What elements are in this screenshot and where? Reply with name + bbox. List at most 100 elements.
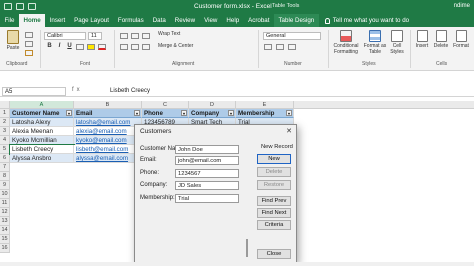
table-cell[interactable]: Kyoko Mcmillian (10, 136, 74, 145)
tab-help[interactable]: Help (222, 14, 244, 27)
criteria-button[interactable]: Criteria (257, 220, 291, 230)
row-header[interactable]: 6 (0, 154, 10, 163)
company-field[interactable]: JD Sales (175, 181, 239, 190)
format-cells-button[interactable]: Format (451, 30, 471, 50)
find-next-button[interactable]: Find Next (257, 208, 291, 218)
conditional-formatting-button[interactable]: Conditional Formatting (331, 30, 361, 55)
close-icon[interactable]: ✕ (286, 127, 292, 135)
number-format-select[interactable]: General (263, 32, 321, 40)
column-header-b[interactable]: B (74, 101, 142, 109)
align-center-icon[interactable] (131, 44, 139, 50)
user-name[interactable]: ndime (454, 3, 470, 9)
name-box[interactable]: A5 (2, 87, 66, 96)
row-header[interactable]: 1 (0, 109, 10, 118)
column-header-d[interactable]: D (189, 101, 236, 109)
formula-input[interactable]: Lisbeth Creecy (110, 87, 150, 96)
wrap-text-button[interactable]: Wrap Text (158, 31, 180, 38)
tab-file[interactable]: File (0, 14, 19, 27)
font-size-select[interactable]: 11 (88, 32, 102, 40)
table-cell-email-link[interactable]: kyoko@email.com (74, 136, 142, 145)
row-header[interactable]: 5 (0, 145, 10, 154)
row-header[interactable]: 15 (0, 235, 10, 244)
italic-button[interactable]: I (56, 43, 63, 49)
copy-icon[interactable] (25, 41, 33, 47)
row-header[interactable]: 16 (0, 244, 10, 253)
merge-center-button[interactable]: Merge & Center (158, 43, 193, 50)
filter-dropdown-icon[interactable]: ▾ (66, 110, 72, 116)
row-header[interactable]: 11 (0, 199, 10, 208)
email-field[interactable]: john@email.com (175, 156, 239, 165)
row-header[interactable]: 7 (0, 163, 10, 172)
table-header-cell[interactable]: Customer Name ▾ (10, 109, 74, 118)
cell-styles-button[interactable]: Cell Styles (388, 30, 406, 55)
align-top-icon[interactable] (120, 33, 128, 39)
table-cell[interactable]: Alexia Meenan (10, 127, 74, 136)
paste-button[interactable]: Paste (4, 30, 22, 52)
row-header[interactable]: 2 (0, 118, 10, 127)
record-scrollbar[interactable] (246, 239, 248, 257)
membership-field[interactable]: Trial (175, 194, 239, 203)
tab-review[interactable]: Review (170, 14, 199, 27)
tab-table-design[interactable]: Table Design (273, 14, 319, 27)
underline-button[interactable]: U (66, 43, 73, 49)
align-middle-icon[interactable] (131, 33, 139, 39)
tell-me-box[interactable]: Tell me what you want to do (319, 17, 409, 24)
comma-style-icon[interactable] (288, 44, 296, 50)
row-header[interactable]: 3 (0, 127, 10, 136)
filter-dropdown-icon[interactable]: ▾ (181, 110, 187, 116)
table-cell-email-link[interactable]: lisbeth@email.com (74, 145, 142, 154)
bold-button[interactable]: B (46, 43, 53, 49)
table-cell-active[interactable]: Lisbeth Creecy (9, 144, 75, 155)
select-all-corner[interactable] (0, 101, 10, 109)
delete-button[interactable]: Delete (257, 167, 291, 177)
insert-cells-button[interactable]: Insert (413, 30, 431, 50)
row-header[interactable]: 8 (0, 172, 10, 181)
align-left-icon[interactable] (120, 44, 128, 50)
table-cell-email-link[interactable]: latosha@email.com (74, 118, 142, 127)
customer-name-field[interactable]: John Doe (175, 145, 239, 154)
filter-dropdown-icon[interactable]: ▾ (228, 110, 234, 116)
fx-icon[interactable]: fx (72, 87, 83, 93)
redo-icon[interactable] (28, 3, 36, 10)
tab-formulas[interactable]: Formulas (113, 14, 148, 27)
filter-dropdown-icon[interactable]: ▾ (286, 110, 292, 116)
font-color-icon[interactable] (98, 44, 106, 50)
borders-icon[interactable] (76, 44, 84, 50)
column-header-c[interactable]: C (142, 101, 189, 109)
column-header-e[interactable]: E (236, 101, 294, 109)
currency-icon[interactable] (264, 44, 272, 50)
phone-field[interactable]: 1234567 (175, 169, 239, 178)
column-header-a[interactable]: A (10, 101, 74, 109)
table-header-cell[interactable]: Company ▾ (189, 109, 236, 118)
tab-insert[interactable]: Insert (45, 14, 69, 27)
row-header[interactable]: 9 (0, 181, 10, 190)
undo-icon[interactable] (16, 3, 24, 10)
close-button[interactable]: Close (257, 249, 291, 259)
font-name-select[interactable]: Calibri (44, 32, 86, 40)
table-cell[interactable]: Alyssa Ansbro (10, 154, 74, 163)
find-prev-button[interactable]: Find Prev (257, 196, 291, 206)
table-header-cell[interactable]: Membership ▾ (236, 109, 294, 118)
tab-home[interactable]: Home (18, 14, 46, 27)
row-header[interactable]: 10 (0, 190, 10, 199)
restore-button[interactable]: Restore (257, 180, 291, 190)
tab-page-layout[interactable]: Page Layout (70, 14, 114, 27)
cut-icon[interactable] (25, 32, 33, 38)
percent-icon[interactable] (276, 44, 284, 50)
tab-data[interactable]: Data (148, 14, 170, 27)
save-icon[interactable] (4, 3, 12, 10)
fill-color-icon[interactable] (87, 44, 95, 50)
align-right-icon[interactable] (142, 44, 150, 50)
row-header[interactable]: 14 (0, 226, 10, 235)
table-header-cell[interactable]: Phone ▾ (142, 109, 189, 118)
tab-acrobat[interactable]: Acrobat (244, 14, 274, 27)
row-header[interactable]: 13 (0, 217, 10, 226)
row-header[interactable]: 12 (0, 208, 10, 217)
row-header[interactable]: 4 (0, 136, 10, 145)
format-painter-icon[interactable] (25, 50, 33, 56)
format-as-table-button[interactable]: Format as Table (362, 30, 388, 55)
table-cell-email-link[interactable]: alexia@email.com (74, 127, 142, 136)
delete-cells-button[interactable]: Delete (432, 30, 450, 50)
table-header-cell[interactable]: Email ▾ (74, 109, 142, 118)
tab-view[interactable]: View (200, 14, 222, 27)
